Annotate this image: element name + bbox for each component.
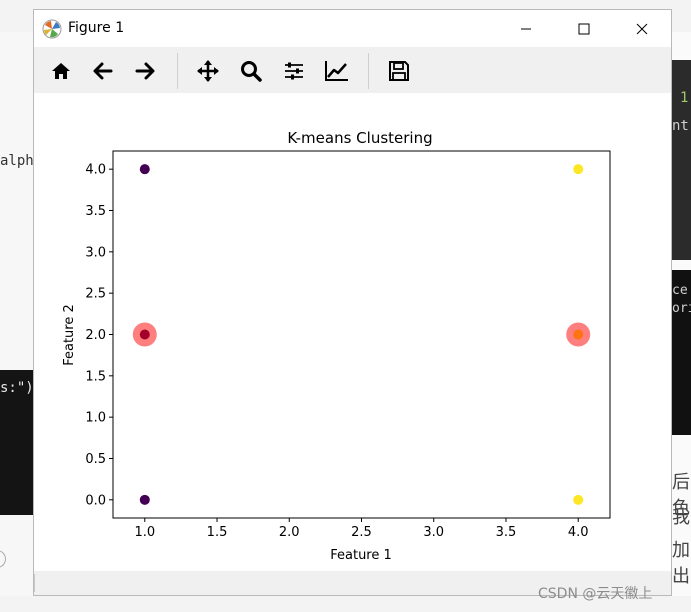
subplots-button[interactable] — [279, 56, 309, 86]
matplotlib-logo-icon — [42, 19, 62, 39]
background-terminal-text: ce — [672, 283, 688, 298]
x-axis-label: Feature 1 — [330, 548, 392, 563]
pan-button[interactable] — [193, 56, 223, 86]
x-tick-label: 2.5 — [351, 525, 372, 540]
minimize-icon — [521, 28, 531, 29]
figure-canvas[interactable]: K-means Clustering 1.0 1.5 2.0 2.5 3.0 3.5 4.0… — [34, 93, 671, 571]
x-tick-label: 2.0 — [279, 525, 300, 540]
subplots-sliders-icon — [285, 62, 303, 80]
x-tick-label: 3.5 — [496, 525, 517, 540]
x-tick-label: 4.0 — [568, 525, 589, 540]
x-tick-label: 3.0 — [423, 525, 444, 540]
centroid-marker — [566, 322, 591, 347]
background-left-panel — [0, 32, 33, 612]
scatter-chart: K-means Clustering 1.0 1.5 2.0 2.5 3.0 3.5 4.0… — [62, 129, 611, 563]
zoom-button[interactable] — [236, 56, 266, 86]
window-title: Figure 1 — [68, 20, 125, 36]
y-tick-label: 4.0 — [85, 163, 106, 178]
y-tick-label: 3.5 — [85, 204, 106, 219]
watermark-text: CSDN @云天徽上 — [538, 586, 653, 602]
minimize-button[interactable] — [497, 10, 555, 47]
background-article-text: 我 — [672, 507, 690, 528]
figure-window: Figure 1 K-means Clustering 1.0 1.5 2.0 … — [33, 9, 672, 596]
pan-move-icon — [197, 60, 219, 82]
toolbar-separator — [368, 53, 369, 89]
y-tick-label: 2.0 — [85, 328, 106, 343]
customize-button[interactable] — [322, 56, 352, 86]
save-button[interactable] — [384, 56, 414, 86]
home-button[interactable] — [46, 56, 76, 86]
chart-title: K-means Clustering — [287, 129, 432, 147]
maximize-icon — [578, 23, 590, 34]
y-tick-label: 0.5 — [85, 452, 106, 467]
y-tick-label: 2.5 — [85, 287, 106, 302]
y-tick-label: 1.5 — [85, 369, 106, 384]
toolbar-separator — [177, 53, 178, 89]
background-terminal-text: s:") — [0, 380, 34, 396]
x-tick-label: 1.5 — [207, 525, 228, 540]
background-terminal-text: ori — [672, 301, 691, 316]
home-icon — [52, 63, 70, 79]
title-bar[interactable]: Figure 1 — [34, 10, 671, 47]
background-article-text: 加出 — [672, 540, 690, 587]
back-button[interactable] — [88, 56, 118, 86]
data-point — [139, 164, 150, 175]
zoom-magnifier-icon — [241, 61, 262, 82]
y-tick-label: 3.0 — [85, 245, 106, 260]
centroid-marker — [132, 322, 157, 347]
close-button[interactable] — [613, 10, 671, 47]
edit-axis-icon — [325, 61, 348, 81]
maximize-button[interactable] — [555, 10, 613, 47]
x-tick-label: 1.0 — [134, 525, 155, 540]
close-icon — [636, 23, 648, 34]
back-arrow-icon — [93, 62, 113, 80]
forward-arrow-icon — [135, 62, 155, 80]
background-line-number: 1 — [680, 90, 689, 106]
background-code-text: nt — [672, 118, 689, 134]
save-floppy-icon — [389, 61, 409, 81]
data-point — [139, 494, 150, 505]
y-tick-label: 1.0 — [85, 411, 106, 426]
status-bar-grip — [34, 574, 37, 592]
data-point — [573, 164, 584, 175]
y-tick-label: 0.0 — [85, 493, 106, 508]
data-point — [573, 494, 584, 505]
forward-button[interactable] — [130, 56, 160, 86]
plot-area — [112, 150, 611, 519]
y-axis-label: Feature 2 — [62, 304, 77, 366]
background-code-text: alph — [0, 153, 34, 169]
navigation-toolbar — [34, 47, 671, 94]
